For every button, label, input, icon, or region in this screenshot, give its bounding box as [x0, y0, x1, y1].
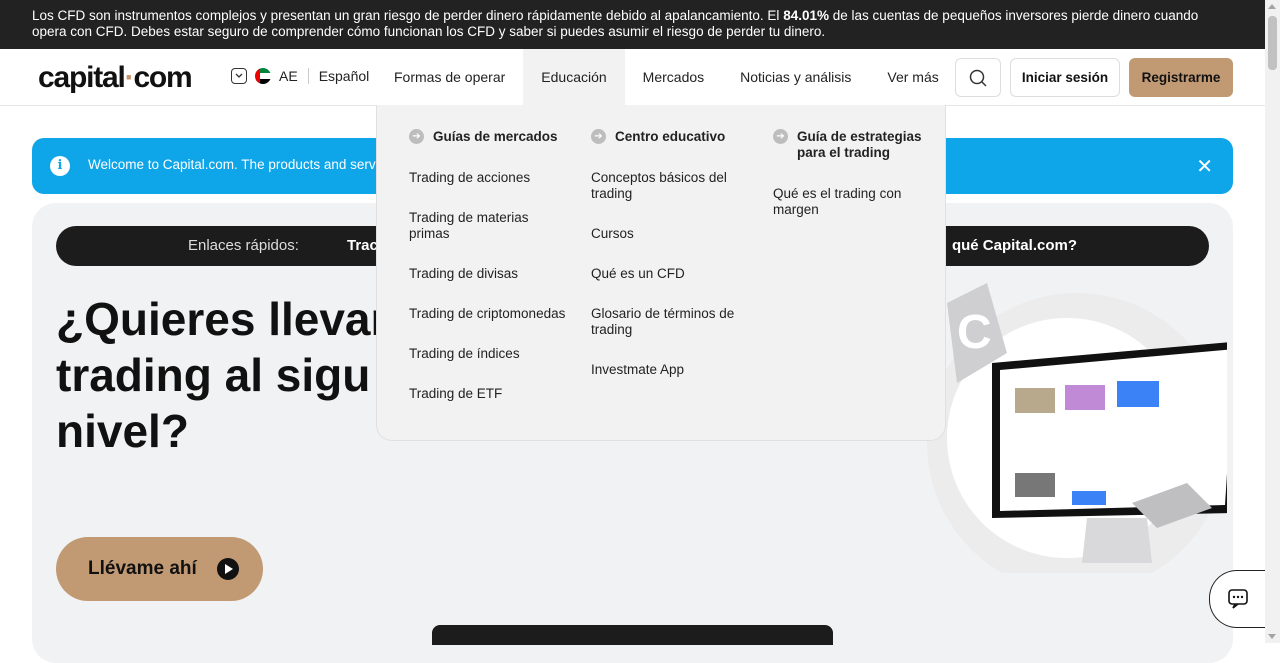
nav-formas-de-operar[interactable]: Formas de operar	[376, 49, 523, 105]
hero-illustration: C	[927, 283, 1227, 573]
menu-column-guias: ➔ Guías de mercados Trading de acciones T…	[409, 129, 569, 426]
site-header: capital·com AE Español Formas de operar …	[0, 49, 1265, 106]
menu-item[interactable]: Trading de acciones	[409, 170, 569, 186]
arrow-right-icon: ➔	[773, 129, 788, 144]
risk-percent: 84.01%	[783, 8, 829, 23]
nav-mercados[interactable]: Mercados	[625, 49, 722, 105]
education-mega-menu: ➔ Guías de mercados Trading de acciones T…	[376, 105, 946, 441]
menu-column-estrategias: ➔ Guía de estrategias para el trading Qué…	[773, 129, 933, 242]
info-banner-text: Welcome to Capital.com. The products and…	[88, 157, 379, 172]
quick-link-last[interactable]: qué Capital.com?	[952, 237, 1077, 254]
cta-label: Llévame ahí	[88, 558, 197, 579]
chevron-down-icon[interactable]	[231, 68, 247, 84]
chat-icon	[1227, 589, 1248, 609]
quick-links-label: Enlaces rápidos:	[188, 237, 299, 254]
menu-item[interactable]: Conceptos básicos del trading	[591, 170, 751, 202]
bottom-panel	[432, 625, 833, 645]
uae-flag-icon	[255, 68, 271, 84]
logo-part-2: com	[133, 61, 192, 94]
menu-column-centro: ➔ Centro educativo Conceptos básicos del …	[591, 129, 751, 402]
chat-button[interactable]	[1209, 570, 1265, 628]
cta-button[interactable]: Llévame ahí	[56, 537, 263, 601]
menu-item[interactable]: Qué es un CFD	[591, 266, 751, 282]
menu-item[interactable]: Trading de índices	[409, 346, 569, 362]
menu-item[interactable]: Trading de criptomonedas	[409, 306, 569, 322]
divider	[307, 68, 309, 84]
menu-item[interactable]: Trading de materias primas	[409, 210, 569, 242]
signup-button[interactable]: Registrarme	[1129, 58, 1233, 97]
arrow-right-icon: ➔	[409, 129, 424, 144]
menu-heading[interactable]: ➔ Guías de mercados	[409, 129, 569, 145]
menu-item[interactable]: Investmate App	[591, 362, 751, 378]
menu-heading[interactable]: ➔ Centro educativo	[591, 129, 751, 145]
arrow-right-icon: ➔	[591, 129, 606, 144]
search-button[interactable]	[955, 58, 1001, 97]
logo-part-1: capital	[38, 61, 126, 94]
menu-heading[interactable]: ➔ Guía de estrategias para el trading	[773, 129, 933, 161]
quick-link-first[interactable]: Trac	[347, 237, 378, 254]
risk-warning-bar: Los CFD son instrumentos complejos y pre…	[0, 0, 1265, 49]
logo[interactable]: capital·com	[38, 61, 193, 95]
hero-title: ¿Quieres llevar trading al sigu nivel?	[56, 293, 389, 457]
nav-educacion[interactable]: Educación	[523, 49, 625, 105]
play-icon	[217, 558, 239, 580]
nav-noticias[interactable]: Noticias y análisis	[722, 49, 869, 105]
scroll-up-icon[interactable]	[1268, 4, 1276, 9]
scroll-down-icon[interactable]	[1268, 634, 1276, 639]
search-icon	[969, 69, 987, 87]
nav-ver-mas[interactable]: Ver más	[869, 49, 956, 105]
main-nav: Formas de operar Educación Mercados Noti…	[376, 49, 957, 105]
svg-text:C: C	[957, 306, 992, 359]
menu-item[interactable]: Qué es el trading con margen	[773, 186, 933, 218]
menu-item[interactable]: Cursos	[591, 226, 751, 242]
menu-item[interactable]: Trading de divisas	[409, 266, 569, 282]
region-code[interactable]: AE	[279, 68, 298, 84]
scrollbar[interactable]	[1265, 0, 1280, 643]
login-button[interactable]: Iniciar sesión	[1010, 58, 1120, 97]
risk-warning-text: Los CFD son instrumentos complejos y pre…	[32, 8, 784, 23]
menu-item[interactable]: Glosario de términos de trading	[591, 306, 751, 338]
info-icon: i	[50, 156, 70, 176]
menu-item[interactable]: Trading de ETF	[409, 386, 569, 402]
language-label[interactable]: Español	[319, 68, 370, 84]
scrollbar-thumb[interactable]	[1268, 16, 1277, 70]
close-icon[interactable]: ✕	[1196, 154, 1213, 179]
locale-selector[interactable]: AE Español	[231, 68, 369, 84]
